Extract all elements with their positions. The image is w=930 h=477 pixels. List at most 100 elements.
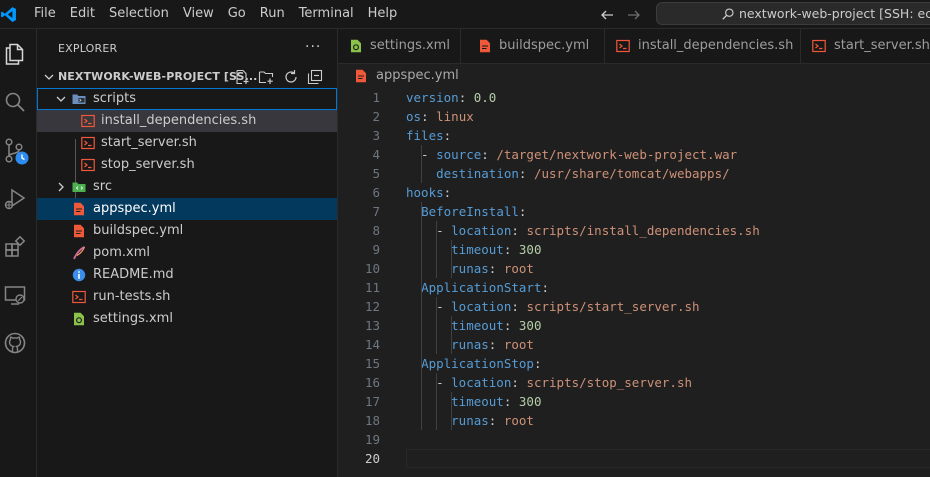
code-line[interactable]: 15 ApplicationStop: bbox=[338, 354, 930, 373]
tree-file-settings[interactable]: settings.xml bbox=[37, 308, 337, 330]
code-token: timeout bbox=[451, 318, 504, 333]
code-line[interactable]: 2 os: linux bbox=[338, 107, 930, 126]
vscode-logo-icon[interactable] bbox=[0, 6, 17, 23]
code-line[interactable]: 20 bbox=[338, 449, 930, 468]
refresh-icon[interactable] bbox=[283, 69, 299, 85]
indent-guide bbox=[436, 297, 438, 354]
code-line[interactable]: 3 files: bbox=[338, 126, 930, 145]
tree-folder-src[interactable]: src bbox=[37, 176, 337, 198]
search-icon bbox=[722, 8, 734, 20]
tab-buildspec[interactable]: buildspec.yml bbox=[461, 29, 605, 63]
code-line[interactable]: 7 BeforeInstall: bbox=[338, 202, 930, 221]
code-text: timeout: 300 bbox=[406, 392, 541, 411]
new-file-icon[interactable] bbox=[234, 69, 250, 85]
tree-file-readme[interactable]: README.md bbox=[37, 264, 337, 286]
code-line[interactable]: 8 - location: scripts/install_dependenci… bbox=[338, 221, 930, 240]
code-line[interactable]: 5 destination: /usr/share/tomcat/webapps… bbox=[338, 164, 930, 183]
tree-file-install-dependencies[interactable]: install_dependencies.sh bbox=[37, 110, 337, 132]
line-number: 19 bbox=[364, 432, 380, 447]
code-line[interactable]: 6 hooks: bbox=[338, 183, 930, 202]
code-token: : bbox=[503, 394, 519, 409]
indent-guide bbox=[421, 145, 423, 183]
project-folder-header[interactable]: NEXTWORK-WEB-PROJECT [SS... bbox=[37, 66, 337, 88]
code-line[interactable]: 18 runas: root bbox=[338, 411, 930, 430]
code-token: source bbox=[436, 147, 482, 162]
code-line[interactable]: 14 runas: root bbox=[338, 335, 930, 354]
code-token: runas bbox=[451, 261, 489, 276]
tree-label: appspec.yml bbox=[93, 201, 176, 216]
code-text: - location: scripts/start_server.sh bbox=[406, 297, 699, 316]
tab-label: install_dependencies.sh bbox=[638, 38, 794, 53]
search-icon[interactable] bbox=[3, 90, 27, 114]
code-token: runas bbox=[451, 413, 489, 428]
menu-go[interactable]: Go bbox=[221, 0, 253, 29]
tab-settings-xml[interactable]: settings.xml bbox=[338, 29, 461, 63]
menu-help[interactable]: Help bbox=[361, 0, 405, 29]
tree-file-appspec[interactable]: appspec.yml bbox=[37, 198, 337, 220]
code-token: /target/nextwork-web-project.war bbox=[496, 147, 738, 162]
code-line[interactable]: 13 timeout: 300 bbox=[338, 316, 930, 335]
code-editor[interactable]: 1 version: 0.0 2 os: linux 3 files: 4 - source… bbox=[338, 88, 930, 477]
code-line[interactable]: 16 - location: scripts/stop_server.sh bbox=[338, 373, 930, 392]
menu-view[interactable]: View bbox=[176, 0, 221, 29]
code-token: runas bbox=[451, 337, 489, 352]
code-token: : bbox=[533, 356, 542, 371]
more-actions-icon[interactable]: ··· bbox=[305, 39, 321, 55]
code-token: : bbox=[488, 337, 504, 352]
arrow-left-icon[interactable] bbox=[599, 7, 615, 23]
collapse-all-icon[interactable] bbox=[307, 69, 323, 85]
code-line[interactable]: 19 bbox=[338, 430, 930, 449]
files-explorer-icon[interactable] bbox=[3, 42, 27, 66]
extensions-icon[interactable] bbox=[3, 235, 27, 259]
line-number: 7 bbox=[372, 204, 380, 219]
shell-file-icon bbox=[812, 39, 826, 53]
tree-folder-scripts[interactable]: scripts bbox=[37, 88, 337, 110]
arrow-right-icon[interactable] bbox=[626, 7, 642, 23]
menu-selection[interactable]: Selection bbox=[102, 0, 176, 29]
line-number: 13 bbox=[364, 318, 380, 333]
code-text: runas: root bbox=[406, 335, 534, 354]
tree-label: settings.xml bbox=[93, 311, 173, 326]
tab-install-dependencies[interactable]: install_dependencies.sh bbox=[605, 29, 801, 63]
code-token: ApplicationStop bbox=[421, 356, 534, 371]
tree-file-stop-server[interactable]: stop_server.sh bbox=[37, 154, 337, 176]
indent-guide bbox=[436, 221, 438, 278]
code-line[interactable]: 11 ApplicationStart: bbox=[338, 278, 930, 297]
tree-label: src bbox=[93, 179, 112, 194]
code-line[interactable]: 17 timeout: 300 bbox=[338, 392, 930, 411]
breadcrumb[interactable]: appspec.yml bbox=[338, 64, 930, 88]
code-text: ApplicationStop: bbox=[406, 354, 541, 373]
code-token: : bbox=[518, 204, 527, 219]
info-file-icon bbox=[72, 268, 86, 282]
tree-file-buildspec[interactable]: buildspec.yml bbox=[37, 220, 337, 242]
github-icon[interactable] bbox=[3, 331, 27, 355]
tree-file-run-tests[interactable]: run-tests.sh bbox=[37, 286, 337, 308]
code-line[interactable]: 9 timeout: 300 bbox=[338, 240, 930, 259]
new-folder-icon[interactable] bbox=[258, 69, 274, 85]
menu-terminal[interactable]: Terminal bbox=[292, 0, 361, 29]
tab-start-server[interactable]: start_server.sh bbox=[801, 29, 930, 63]
run-debug-icon[interactable] bbox=[3, 187, 27, 211]
code-line[interactable]: 10 runas: root bbox=[338, 259, 930, 278]
command-center-search[interactable]: nextwork-web-project [SSH: ec2-13- bbox=[656, 2, 930, 25]
code-line[interactable]: 4 - source: /target/nextwork-web-project… bbox=[338, 145, 930, 164]
menu-run[interactable]: Run bbox=[253, 0, 292, 29]
code-line[interactable]: 1 version: 0.0 bbox=[338, 88, 930, 107]
code-token: version bbox=[406, 90, 459, 105]
source-control-icon[interactable] bbox=[3, 138, 29, 166]
tree-file-pom[interactable]: pom.xml bbox=[37, 242, 337, 264]
tab-label: settings.xml bbox=[370, 38, 450, 53]
code-line[interactable]: 12 - location: scripts/start_server.sh bbox=[338, 297, 930, 316]
line-number: 1 bbox=[372, 90, 380, 105]
menu-edit[interactable]: Edit bbox=[63, 0, 102, 29]
menu-file[interactable]: File bbox=[27, 0, 63, 29]
code-token: destination bbox=[436, 166, 519, 181]
code-token: scripts/stop_server.sh bbox=[526, 375, 693, 390]
line-number: 5 bbox=[372, 166, 380, 181]
remote-explorer-icon[interactable] bbox=[3, 283, 27, 307]
tree-file-start-server[interactable]: start_server.sh bbox=[37, 132, 337, 154]
